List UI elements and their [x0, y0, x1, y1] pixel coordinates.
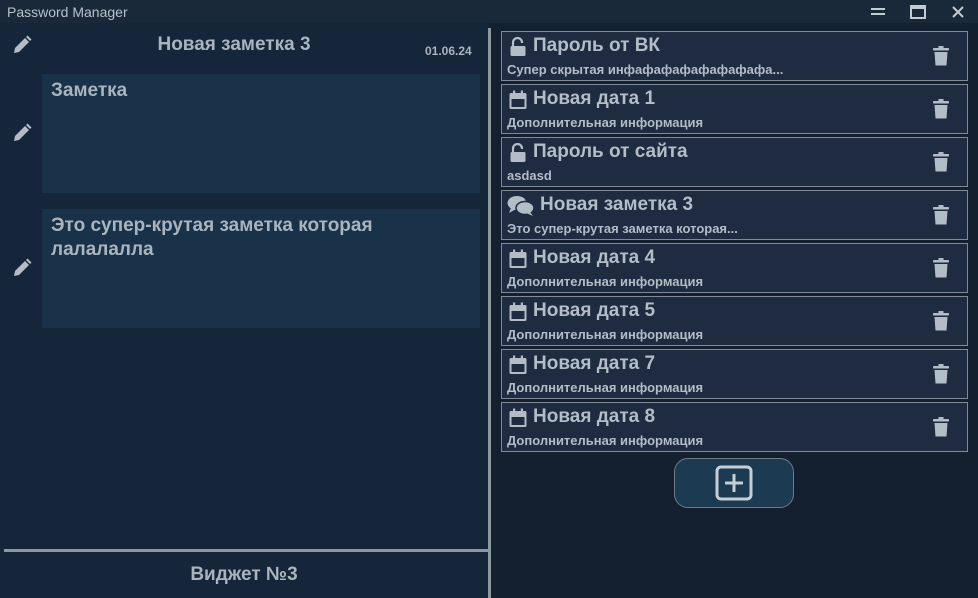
calendar-icon: [507, 248, 529, 270]
delete-entry-button[interactable]: [930, 204, 952, 226]
hamburger-icon: [871, 7, 885, 15]
entry-item[interactable]: Новая дата 4 Дополнительная информация: [501, 243, 968, 293]
entry-title: Новая дата 4: [533, 247, 656, 268]
delete-entry-button[interactable]: [930, 98, 952, 120]
delete-entry-button[interactable]: [930, 416, 952, 438]
entry-subtitle: Дополнительная информация: [507, 327, 704, 342]
left-divider: [4, 549, 488, 552]
entry-title: Пароль от ВК: [533, 35, 661, 56]
title-bar: Password Manager: [0, 0, 978, 23]
window-title: Password Manager: [7, 3, 128, 20]
calendar-icon: [507, 89, 529, 111]
entry-item[interactable]: Новая дата 1 Дополнительная информация: [501, 84, 968, 134]
note-date: 01.06.24: [425, 44, 472, 58]
delete-entry-button[interactable]: [930, 257, 952, 279]
edit-name-button[interactable]: [10, 121, 34, 145]
pencil-icon: [14, 258, 32, 276]
widget-label: Виджет №3: [190, 564, 298, 585]
edit-content-button[interactable]: [10, 256, 34, 280]
trash-icon: [933, 258, 949, 278]
add-entry-button[interactable]: [674, 458, 794, 508]
entry-item[interactable]: Новая дата 5 Дополнительная информация: [501, 296, 968, 346]
entry-subtitle: asdasd: [507, 168, 552, 183]
unlock-icon: [507, 36, 529, 58]
entry-item[interactable]: Пароль от ВК Супер скрытая инфафафафафафа…: [501, 31, 968, 81]
unlock-icon: [507, 142, 529, 164]
trash-icon: [933, 205, 949, 225]
entry-item[interactable]: Новая дата 8 Дополнительная информация: [501, 402, 968, 452]
plus-icon: [715, 465, 753, 501]
edit-title-button[interactable]: [10, 33, 34, 57]
delete-entry-button[interactable]: [930, 310, 952, 332]
entry-title: Новая заметка 3: [540, 194, 694, 215]
calendar-icon: [507, 301, 529, 323]
entry-subtitle: Дополнительная информация: [507, 433, 704, 448]
comments-icon: [507, 195, 535, 217]
trash-icon: [933, 99, 949, 119]
trash-icon: [933, 364, 949, 384]
close-icon: [952, 5, 964, 18]
calendar-icon: [507, 354, 529, 376]
entry-title: Новая дата 8: [533, 406, 656, 427]
entry-item[interactable]: Новая дата 7 Дополнительная информация: [501, 349, 968, 399]
delete-entry-button[interactable]: [930, 363, 952, 385]
entry-subtitle: Супер скрытая инфафафафафафафафа...: [507, 62, 784, 77]
note-content-field[interactable]: Это супер-крутая заметка которая лалалал…: [42, 209, 480, 328]
note-detail-panel: Новая заметка 3 01.06.24 Заметка Это суп…: [0, 23, 488, 598]
calendar-icon: [507, 407, 529, 429]
note-title: Новая заметка 3: [157, 34, 311, 55]
maximize-icon: [910, 4, 926, 19]
entry-item[interactable]: Пароль от сайта asdasd: [501, 137, 968, 187]
trash-icon: [933, 152, 949, 172]
note-name-field[interactable]: Заметка: [42, 74, 480, 193]
menu-button[interactable]: [858, 0, 898, 23]
entry-subtitle: Дополнительная информация: [507, 274, 704, 289]
entries-panel: Пароль от ВК Супер скрытая инфафафафафафа…: [491, 23, 978, 598]
pencil-icon: [14, 123, 32, 141]
trash-icon: [933, 311, 949, 331]
entry-title: Новая дата 1: [533, 88, 656, 109]
trash-icon: [933, 46, 949, 66]
trash-icon: [933, 417, 949, 437]
entry-title: Новая дата 5: [533, 300, 656, 321]
pencil-icon: [14, 35, 32, 53]
maximize-button[interactable]: [898, 0, 938, 23]
delete-entry-button[interactable]: [930, 151, 952, 173]
entry-title: Пароль от сайта: [533, 141, 688, 162]
delete-entry-button[interactable]: [930, 45, 952, 67]
note-header: Новая заметка 3 01.06.24: [0, 23, 488, 69]
entry-subtitle: Дополнительная информация: [507, 115, 704, 130]
close-button[interactable]: [938, 0, 978, 23]
entry-title: Новая дата 7: [533, 353, 656, 374]
entry-subtitle: Дополнительная информация: [507, 380, 704, 395]
entry-item[interactable]: Новая заметка 3 Это супер-крутая заметка …: [501, 190, 968, 240]
entry-subtitle: Это супер-крутая заметка которая...: [507, 221, 738, 236]
